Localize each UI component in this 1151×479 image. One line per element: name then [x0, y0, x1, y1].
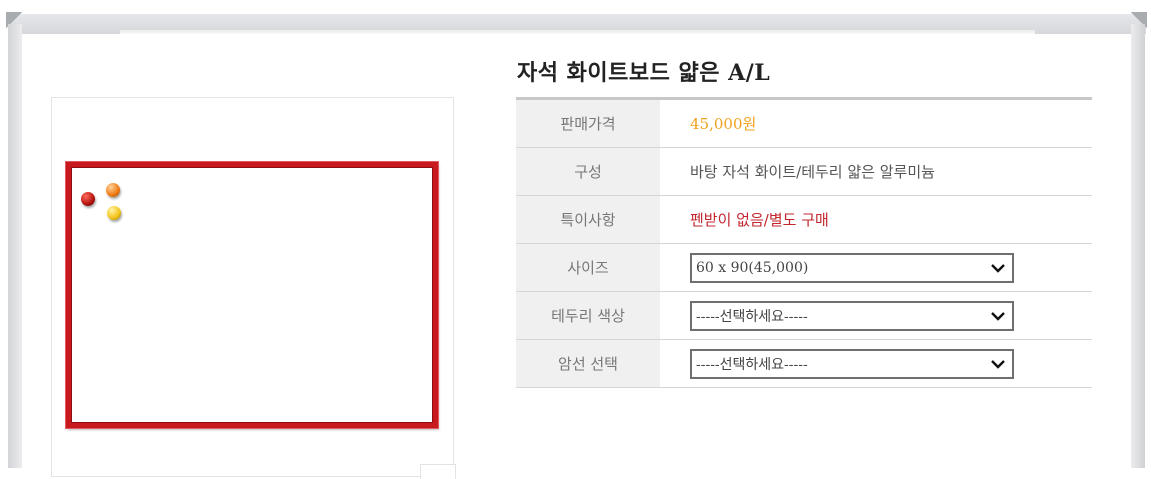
size-cell: 60 x 90(45,000): [660, 244, 1092, 291]
frame-color-select[interactable]: -----선택하세요-----: [690, 300, 1014, 331]
size-selected-value: 60 x 90(45,000): [696, 259, 809, 276]
line-select[interactable]: -----선택하세요-----: [690, 348, 1014, 379]
spec-table: 판매가격 45,000원 구성 바탕 자석 화이트/테두리 얇은 알루미늄 특이…: [516, 97, 1092, 388]
line-selected-value: -----선택하세요-----: [696, 356, 808, 373]
composition-label: 구성: [516, 148, 660, 195]
spec-row-composition: 구성 바탕 자석 화이트/테두리 얇은 알루미늄: [516, 148, 1092, 196]
spec-row-price: 판매가격 45,000원: [516, 100, 1092, 148]
line-cell: -----선택하세요-----: [660, 340, 1092, 387]
frame-color-cell: -----선택하세요-----: [660, 292, 1092, 339]
chevron-down-icon: [991, 263, 1005, 273]
frame-color-selected-value: -----선택하세요-----: [696, 308, 808, 325]
notes-label: 특이사항: [516, 196, 660, 243]
frame-color-label: 테두리 색상: [516, 292, 660, 339]
whiteboard-image: [66, 162, 438, 428]
price-label: 판매가격: [516, 100, 660, 147]
chevron-down-icon: [991, 359, 1005, 369]
price-value: 45,000원: [690, 115, 757, 133]
line-label: 암선 선택: [516, 340, 660, 387]
size-label: 사이즈: [516, 244, 660, 291]
yellow-magnet-icon: [107, 206, 121, 220]
product-title: 자석 화이트보드 얇은 A/L: [517, 60, 771, 86]
spec-row-frame-color: 테두리 색상 -----선택하세요-----: [516, 292, 1092, 340]
composition-value: 바탕 자석 화이트/테두리 얇은 알루미늄: [690, 163, 935, 181]
size-select[interactable]: 60 x 90(45,000): [690, 252, 1014, 283]
orange-magnet-icon: [106, 183, 120, 197]
spec-row-size: 사이즈 60 x 90(45,000): [516, 244, 1092, 292]
notes-value: 펜받이 없음/별도 구매: [690, 211, 829, 229]
image-thumbnail-tab[interactable]: [420, 464, 456, 479]
spec-row-notes: 특이사항 펜받이 없음/별도 구매: [516, 196, 1092, 244]
frame-left: [8, 24, 22, 468]
red-magnet-icon: [81, 192, 95, 206]
product-image[interactable]: [51, 97, 456, 479]
chevron-down-icon: [991, 311, 1005, 321]
frame-right: [1131, 24, 1145, 468]
spec-row-line: 암선 선택 -----선택하세요-----: [516, 340, 1092, 388]
